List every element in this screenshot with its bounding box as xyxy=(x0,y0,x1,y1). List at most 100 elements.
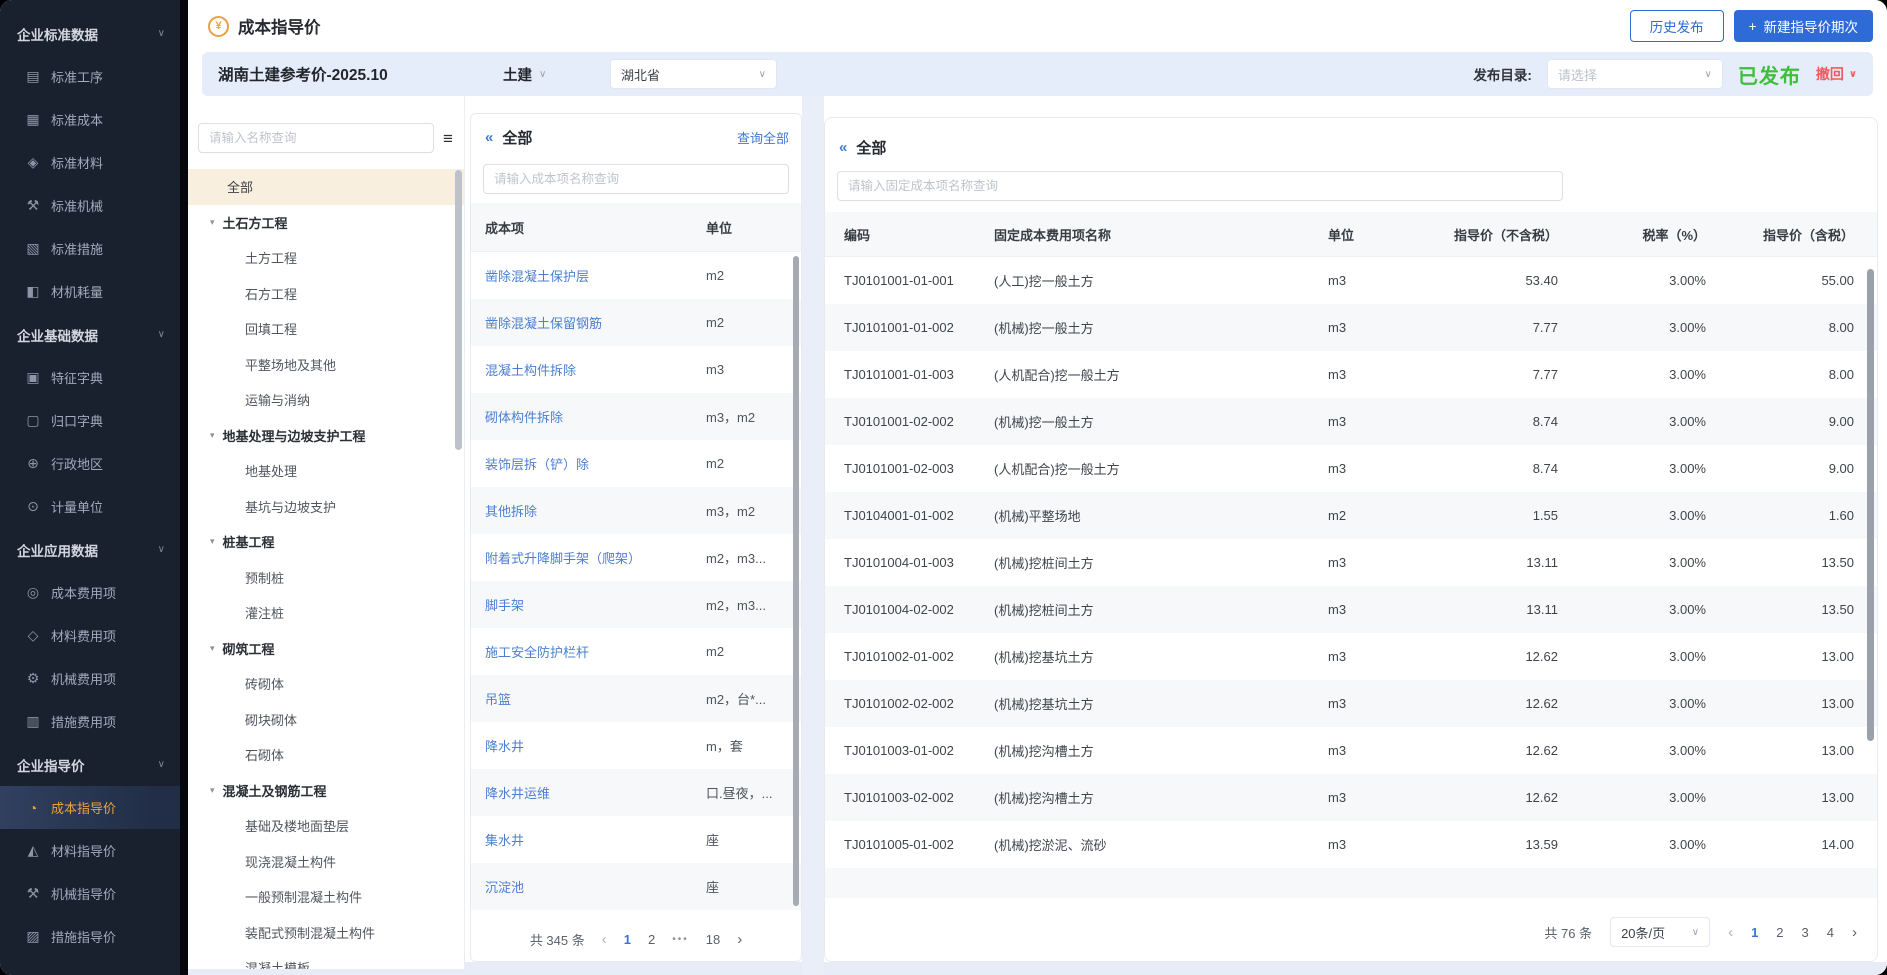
tree-node-parent[interactable]: ▾土石方工程 xyxy=(188,205,464,241)
cost-item-link[interactable]: 凿除混凝土保留钢筋 xyxy=(471,313,698,332)
tree-node-child[interactable]: 现浇混凝土构件 xyxy=(188,844,464,880)
cost-item-link[interactable]: 降水井 xyxy=(471,736,698,755)
sidebar-item-measure-guide-price[interactable]: ▨ 措施指导价 xyxy=(0,915,180,958)
sidebar-item-standard-measure[interactable]: ▧ 标准措施 xyxy=(0,227,180,270)
tree-node-child[interactable]: 基础及楼地面垫层 xyxy=(188,808,464,844)
table-row[interactable]: TJ0101001-01-002(机械)挖一般土方m37.773.00%8.00 xyxy=(825,304,1877,351)
cost-item-link[interactable]: 降水井运维 xyxy=(471,783,698,802)
trade-selector[interactable]: 土建 ∨ xyxy=(503,52,546,96)
table-row[interactable]: TJ0101001-02-002(机械)挖一般土方m38.743.00%9.00 xyxy=(825,398,1877,445)
sidebar-item-cost-guide-price[interactable]: ◔ 成本指导价 xyxy=(0,786,180,829)
tree-node-child[interactable]: 石方工程 xyxy=(188,276,464,312)
cost-item-link[interactable]: 混凝土构件拆除 xyxy=(471,360,698,379)
tree-node-child[interactable]: 基坑与边坡支护 xyxy=(188,489,464,525)
tree-node-child[interactable]: 装配式预制混凝土构件 xyxy=(188,915,464,951)
collapse-icon[interactable]: « xyxy=(485,129,492,146)
prev-page-icon[interactable]: ‹ xyxy=(602,932,607,947)
table-row[interactable]: TJ0104001-01-002(机械)平整场地m21.553.00%1.60 xyxy=(825,492,1877,539)
tree-scrollbar[interactable] xyxy=(455,170,462,450)
tree-search-input[interactable] xyxy=(198,123,434,153)
tree-node-child[interactable]: 地基处理 xyxy=(188,453,464,489)
tree-node-child[interactable]: 土方工程 xyxy=(188,240,464,276)
tree-node-child[interactable]: 平整场地及其他 xyxy=(188,347,464,383)
sidebar-item-category-dict[interactable]: ▢ 归口字典 xyxy=(0,399,180,442)
page-number[interactable]: 3 xyxy=(1802,925,1809,940)
cost-item-link[interactable]: 附着式升降脚手架（爬架） xyxy=(471,548,698,567)
table-row[interactable]: 附着式升降脚手架（爬架）m2，m3... xyxy=(471,534,801,581)
table-row[interactable]: 吊篮m2，台*... xyxy=(471,675,801,722)
table-row[interactable]: 施工安全防护栏杆m2 xyxy=(471,628,801,675)
page-number[interactable]: 2 xyxy=(648,932,655,947)
tree-node-parent[interactable]: ▾桩基工程 xyxy=(188,524,464,560)
table-row[interactable]: 砌体构件拆除m3，m2 xyxy=(471,393,801,440)
tree-node-parent[interactable]: ▾地基处理与边坡支护工程 xyxy=(188,418,464,454)
sidebar-group-enterprise-standard-data[interactable]: 企业标准数据 ∨ xyxy=(0,12,180,55)
table-row[interactable]: TJ0101001-01-003(人机配合)挖一般土方m37.773.00%8.… xyxy=(825,351,1877,398)
cost-item-link[interactable]: 砌体构件拆除 xyxy=(471,407,698,426)
cost-item-link[interactable]: 装饰层拆（铲）除 xyxy=(471,454,698,473)
page-number[interactable]: 1 xyxy=(624,932,631,947)
table-row[interactable]: TJ0101003-02-002(机械)挖沟槽土方m312.623.00%13.… xyxy=(825,774,1877,821)
query-all-link[interactable]: 查询全部 xyxy=(737,128,789,147)
tree-node-child[interactable]: 预制桩 xyxy=(188,560,464,596)
prev-page-icon[interactable]: ‹ xyxy=(1728,925,1733,940)
cost-item-link[interactable]: 凿除混凝土保护层 xyxy=(471,266,698,285)
table-row[interactable]: 凿除混凝土保留钢筋m2 xyxy=(471,299,801,346)
sidebar-item-standard-material[interactable]: ◈ 标准材料 xyxy=(0,141,180,184)
sidebar-item-measure-items[interactable]: ▥ 措施费用项 xyxy=(0,700,180,743)
revoke-link[interactable]: 撤回 ∨ xyxy=(1816,64,1857,84)
tree-node-parent[interactable]: ▾混凝土及钢筋工程 xyxy=(188,773,464,809)
table-row[interactable]: 其他拆除m3，m2 xyxy=(471,487,801,534)
cost-item-link[interactable]: 脚手架 xyxy=(471,595,698,614)
next-page-icon[interactable]: › xyxy=(737,932,742,947)
table-row[interactable]: TJ0101003-01-002(机械)挖沟槽土方m312.623.00%13.… xyxy=(825,727,1877,774)
page-number[interactable]: 18 xyxy=(706,932,720,947)
sidebar-item-material-guide-price[interactable]: ◭ 材料指导价 xyxy=(0,829,180,872)
more-pages-icon[interactable]: ••• xyxy=(672,934,689,945)
tree-node-child[interactable]: 运输与消纳 xyxy=(188,382,464,418)
sidebar-item-measure-unit[interactable]: ⊙ 计量单位 xyxy=(0,485,180,528)
tree-node-child[interactable]: 混凝土模板 xyxy=(188,950,464,969)
menu-icon[interactable]: ≡ xyxy=(443,130,453,147)
sidebar-item-feature-dict[interactable]: ▣ 特征字典 xyxy=(0,356,180,399)
tree-node-child[interactable]: 石砌体 xyxy=(188,737,464,773)
collapse-icon[interactable]: « xyxy=(839,139,846,156)
page-number[interactable]: 1 xyxy=(1751,925,1758,940)
table-row[interactable]: 装饰层拆（铲）除m2 xyxy=(471,440,801,487)
table-row[interactable]: 凿除混凝土保护层m2 xyxy=(471,252,801,299)
history-publish-button[interactable]: 历史发布 xyxy=(1630,10,1724,42)
tree-node-child[interactable]: 一般预制混凝土构件 xyxy=(188,879,464,915)
sidebar-group-enterprise-app-data[interactable]: 企业应用数据 ∨ xyxy=(0,528,180,571)
table-row[interactable]: 混凝土构件拆除m3 xyxy=(471,346,801,393)
table-row[interactable]: TJ0101002-01-002(机械)挖基坑土方m312.623.00%13.… xyxy=(825,633,1877,680)
cost-item-link[interactable]: 施工安全防护栏杆 xyxy=(471,642,698,661)
tree-node-child[interactable]: 灌注桩 xyxy=(188,595,464,631)
publish-catalog-select[interactable]: 请选择 ∨ xyxy=(1547,59,1723,89)
table-row[interactable]: TJ0101002-02-002(机械)挖基坑土方m312.623.00%13.… xyxy=(825,680,1877,727)
new-guide-price-period-button[interactable]: + 新建指导价期次 xyxy=(1734,10,1873,42)
cost-item-link[interactable]: 集水井 xyxy=(471,830,698,849)
next-page-icon[interactable]: › xyxy=(1852,925,1857,940)
table-row[interactable]: 脚手架m2，m3... xyxy=(471,581,801,628)
table-row[interactable]: TJ0101005-01-002(机械)挖淤泥、流砂m313.593.00%14… xyxy=(825,821,1877,868)
sidebar-item-standard-process[interactable]: ▤ 标准工序 xyxy=(0,55,180,98)
fixed-cost-search-input[interactable] xyxy=(837,171,1563,201)
table-row[interactable]: TJ0101004-01-003(机械)挖桩间土方m313.113.00%13.… xyxy=(825,539,1877,586)
sidebar-item-standard-cost[interactable]: ▦ 标准成本 xyxy=(0,98,180,141)
region-select[interactable]: 湖北省 ∨ xyxy=(610,59,777,89)
sidebar-item-machine-items[interactable]: ⚙ 机械费用项 xyxy=(0,657,180,700)
tree-node-child[interactable]: 砖砌体 xyxy=(188,666,464,702)
sidebar-item-consumption[interactable]: ◧ 材机耗量 xyxy=(0,270,180,313)
cost-item-link[interactable]: 沉淀池 xyxy=(471,877,698,896)
fixed-cost-scrollbar[interactable] xyxy=(1867,269,1874,741)
cost-item-link[interactable]: 吊篮 xyxy=(471,689,698,708)
sidebar-group-enterprise-base-data[interactable]: 企业基础数据 ∨ xyxy=(0,313,180,356)
table-row[interactable]: TJ0101001-02-003(人机配合)挖一般土方m38.743.00%9.… xyxy=(825,445,1877,492)
page-size-select[interactable]: 20条/页 ∨ xyxy=(1610,917,1710,947)
page-number[interactable]: 4 xyxy=(1827,925,1834,940)
cost-item-search-input[interactable] xyxy=(483,164,789,194)
sidebar-item-material-items[interactable]: ◇ 材料费用项 xyxy=(0,614,180,657)
tree-node-child[interactable]: 砌块砌体 xyxy=(188,702,464,738)
table-row[interactable]: TJ0101001-01-001(人工)挖一般土方m353.403.00%55.… xyxy=(825,257,1877,304)
cost-item-scrollbar[interactable] xyxy=(793,256,799,906)
